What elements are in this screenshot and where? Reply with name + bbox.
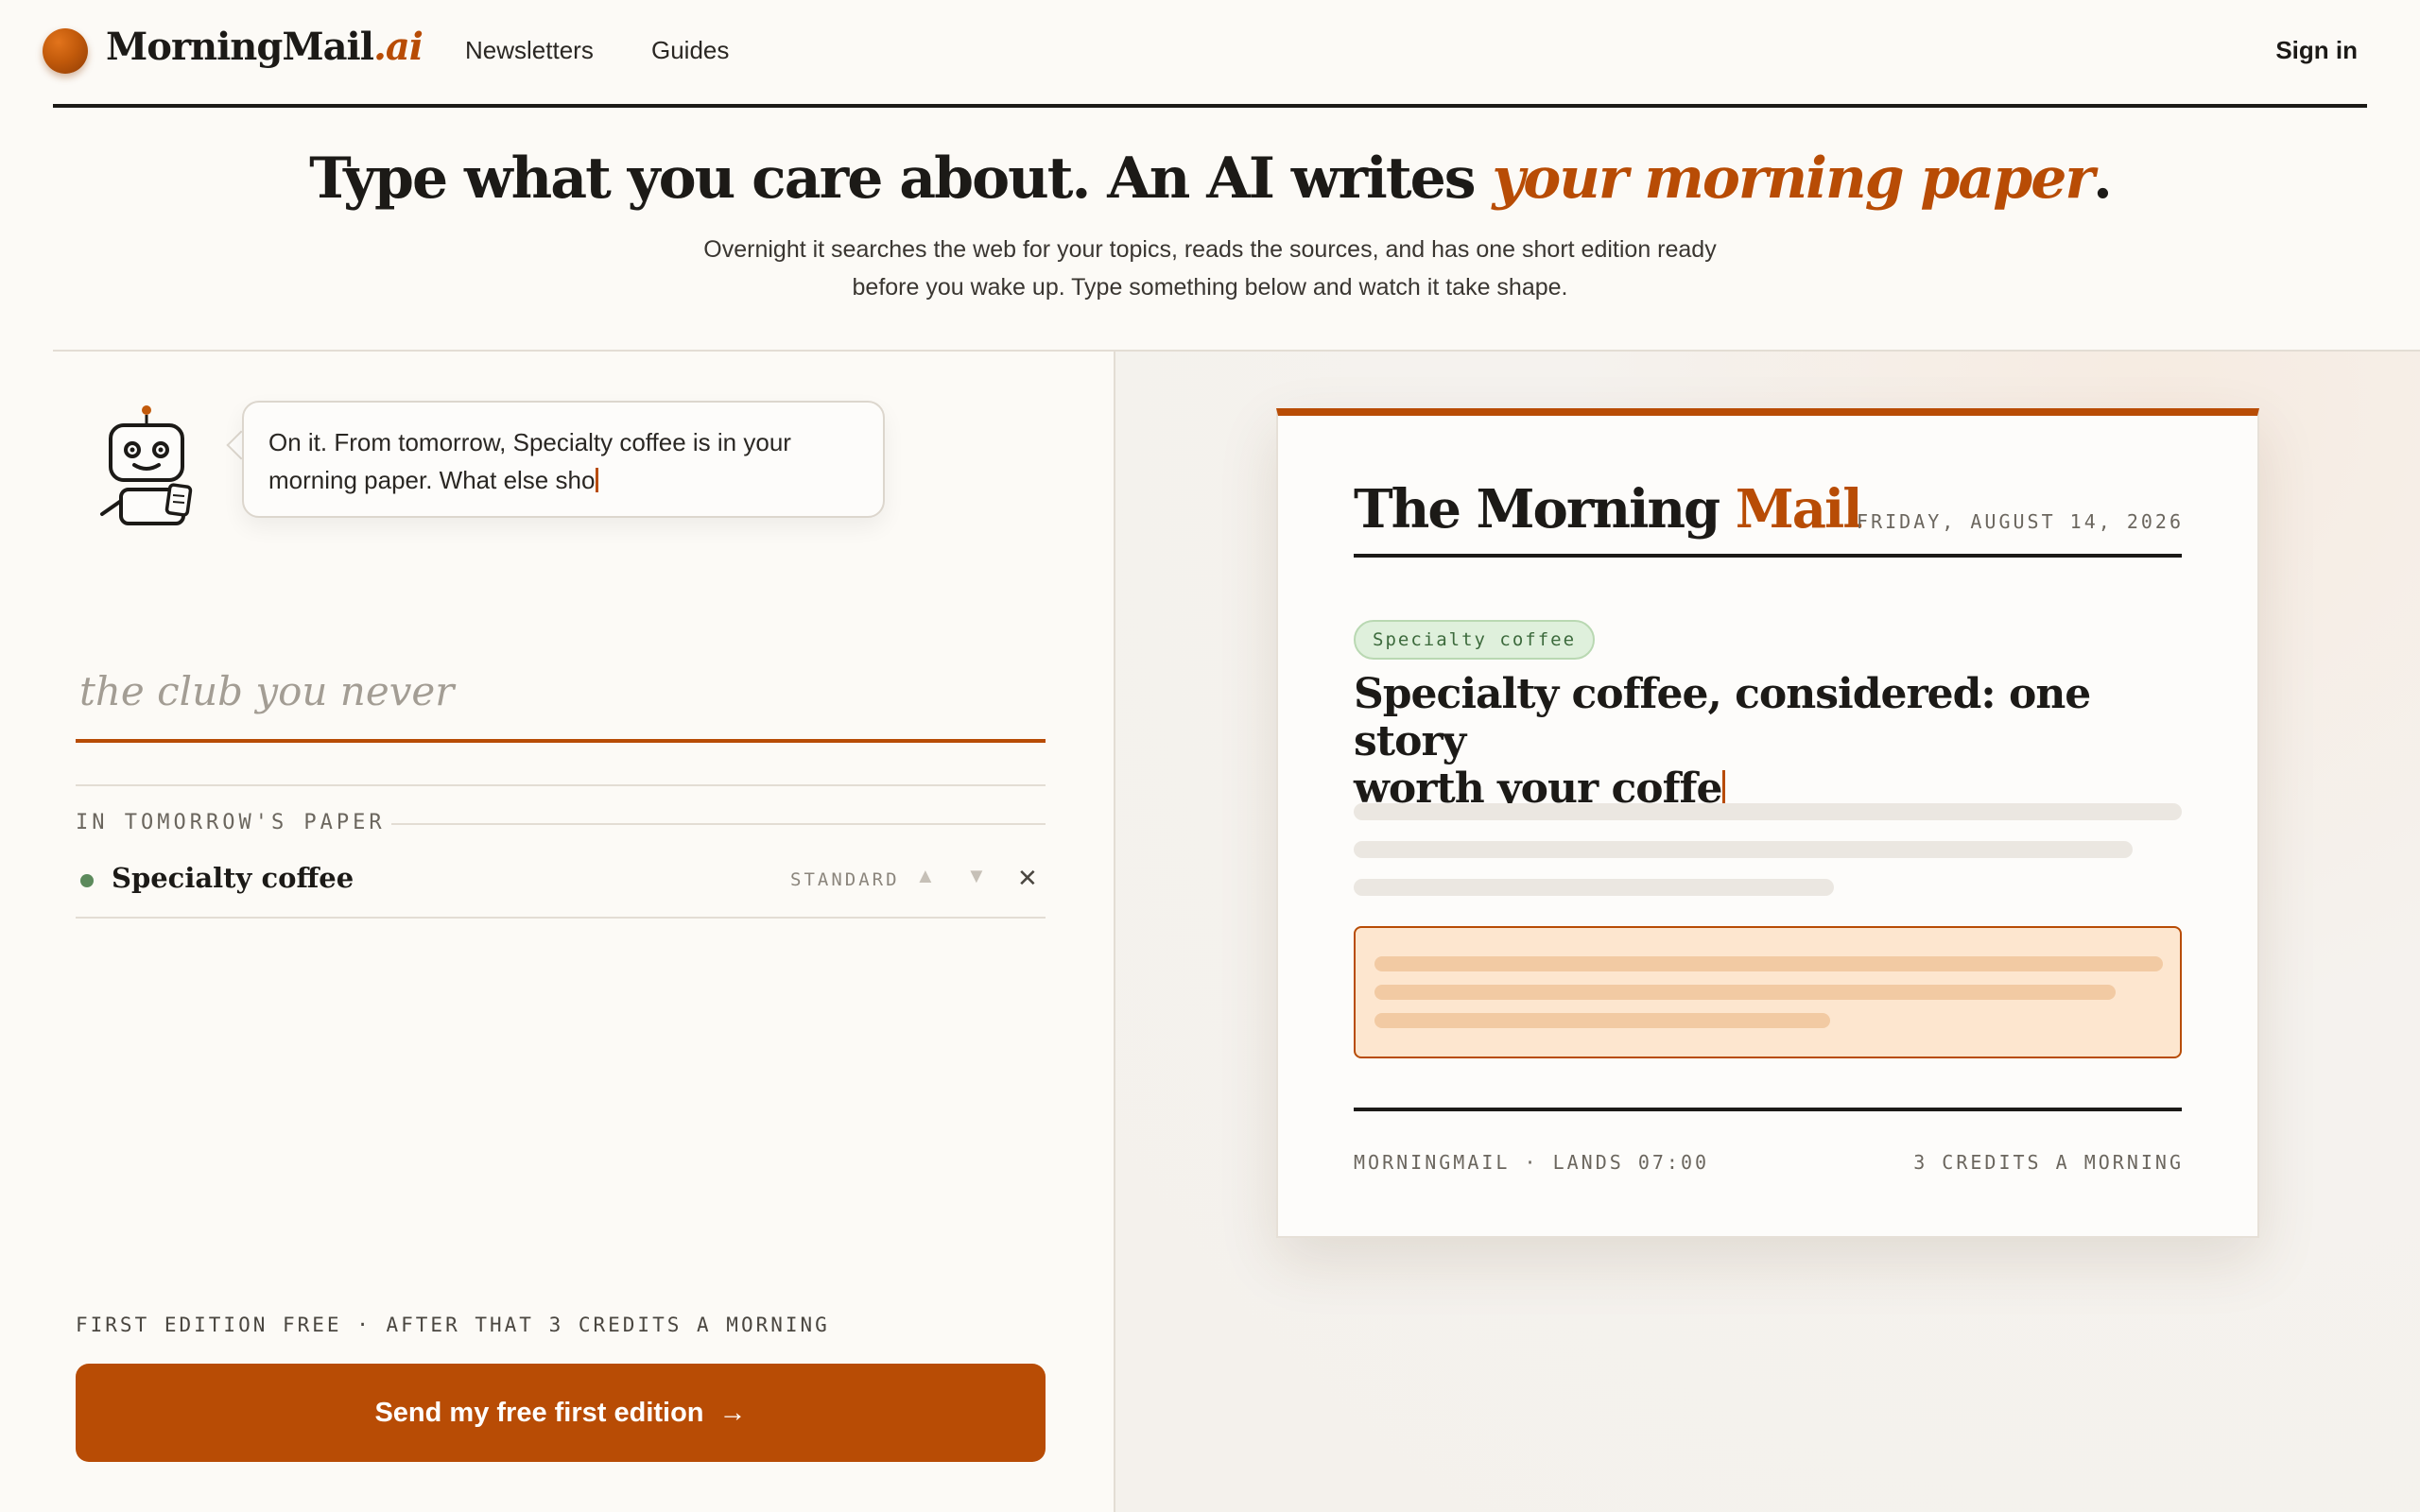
pricing-note: FIRST EDITION FREE · AFTER THAT 3 CREDIT… xyxy=(76,1314,830,1336)
header-divider xyxy=(53,104,2367,108)
arrow-right-icon: → xyxy=(718,1397,747,1428)
nav-newsletters[interactable]: Newsletters xyxy=(465,36,594,65)
topic-input[interactable] xyxy=(76,652,1046,743)
paper-title-accent: Mail xyxy=(1735,478,1863,541)
tomorrow-label: IN TOMORROW'S PAPER xyxy=(76,811,386,834)
brand-suffix: .ai xyxy=(372,25,424,69)
site-header: MorningMail.ai Newsletters Guides Sign i… xyxy=(0,0,2420,106)
paper-headline: Specialty coffee, considered: one story … xyxy=(1354,671,2182,813)
arrow-up-icon[interactable]: ▲ xyxy=(915,864,936,888)
typing-caret xyxy=(596,468,599,492)
paper-footer-rule xyxy=(1354,1108,2182,1111)
paper-date: FRIDAY, AUGUST 14, 2026 xyxy=(1857,510,2184,533)
cta-label: Send my free first edition xyxy=(374,1397,704,1428)
callout-skeleton-line xyxy=(1374,956,2163,971)
robot-icon xyxy=(100,405,193,525)
paper-title: The Morning Mail xyxy=(1354,478,1863,541)
send-first-edition-button[interactable]: Send my free first edition → xyxy=(76,1364,1046,1462)
section-divider xyxy=(76,784,1046,786)
assistant-message-line1: On it. From tomorrow, Specialty coffee i… xyxy=(268,428,791,456)
skeleton-line xyxy=(1354,803,2182,820)
hero-subtitle-line2: before you wake up. Type something below… xyxy=(852,274,1568,301)
brand-logo[interactable]: MorningMail.ai xyxy=(106,25,424,69)
hero-title: Type what you care about. An AI writes y… xyxy=(0,146,2420,212)
arrow-down-icon[interactable]: ▼ xyxy=(966,864,987,888)
close-icon[interactable]: ✕ xyxy=(1017,864,1038,893)
hero-title-end: . xyxy=(2093,146,2113,212)
nav-guides[interactable]: Guides xyxy=(651,36,729,65)
assistant-message-line2: morning paper. What else sho xyxy=(268,466,596,494)
headline-line1: Specialty coffee, considered: one story xyxy=(1354,670,2091,765)
skeleton-line xyxy=(1354,879,1834,896)
paper-footer-right: 3 CREDITS A MORNING xyxy=(1913,1151,2184,1174)
topic-level[interactable]: STANDARD xyxy=(790,869,900,890)
tomorrow-label-line xyxy=(391,823,1046,825)
sign-in-link[interactable]: Sign in xyxy=(2275,36,2358,65)
paper-footer-left: MORNINGMAIL · LANDS 07:00 xyxy=(1354,1151,1710,1174)
callout-skeleton-line xyxy=(1374,985,2116,1000)
topic-name: Specialty coffee xyxy=(112,862,354,894)
topic-tag: Specialty coffee xyxy=(1354,620,1596,660)
topic-row: Specialty coffee STANDARD ▲ ▼ ✕ xyxy=(76,850,1046,919)
hero-title-main: Type what you care about. An AI writes xyxy=(309,146,1493,212)
brand-name: MorningMail xyxy=(106,25,374,69)
skeleton-line xyxy=(1354,841,2133,858)
topic-status-dot xyxy=(80,874,94,887)
callout-box xyxy=(1354,926,2182,1058)
headline-caret xyxy=(1722,770,1726,808)
logo-orb-icon[interactable] xyxy=(43,28,88,74)
hero-subtitle-line1: Overnight it searches the web for your t… xyxy=(703,236,1717,263)
assistant-bubble: On it. From tomorrow, Specialty coffee i… xyxy=(242,401,885,518)
paper-preview: The Morning Mail FRIDAY, AUGUST 14, 2026… xyxy=(1276,408,2259,1238)
paper-title-rule xyxy=(1354,554,2182,558)
hero-title-accent: your morning paper xyxy=(1492,146,2095,212)
column-divider xyxy=(1114,352,1115,1512)
callout-skeleton-line xyxy=(1374,1013,1830,1028)
paper-title-main: The Morning xyxy=(1354,478,1736,541)
hero-subtitle: Overnight it searches the web for your t… xyxy=(643,231,1777,306)
